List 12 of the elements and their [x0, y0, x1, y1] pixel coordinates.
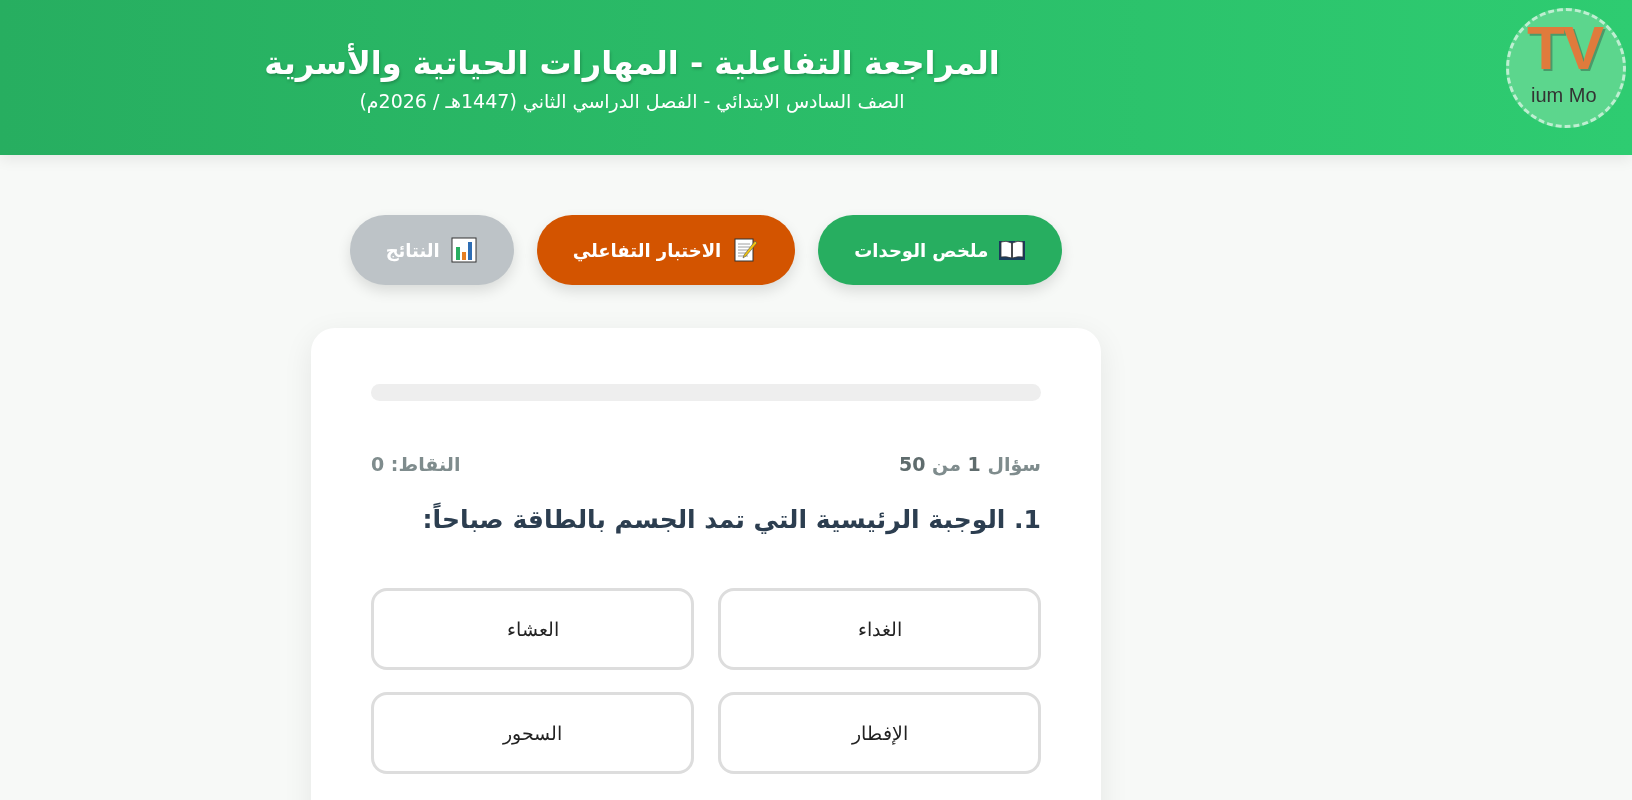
bar-chart-icon — [449, 237, 478, 263]
answer-option[interactable]: السحور — [371, 692, 694, 774]
logo-caption: ium Mo — [1531, 85, 1597, 105]
answer-option[interactable]: الغداء — [718, 588, 1041, 670]
answer-option[interactable]: العشاء — [371, 588, 694, 670]
logo-mark: TV — [1527, 17, 1603, 79]
nav-tab[interactable]: الاختبار التفاعلي — [536, 215, 796, 285]
page-subtitle: الصف السادس الابتدائي - الفصل الدراسي الثاني (1447هـ / 2026م) — [359, 89, 905, 112]
notepad-pencil-icon — [731, 237, 760, 263]
score-label: النقاط: 0 — [371, 453, 461, 475]
page-title: المراجعة التفاعلية - المهارات الحياتية والأسرية — [264, 43, 1000, 82]
answer-option[interactable]: الإفطار — [718, 692, 1041, 774]
